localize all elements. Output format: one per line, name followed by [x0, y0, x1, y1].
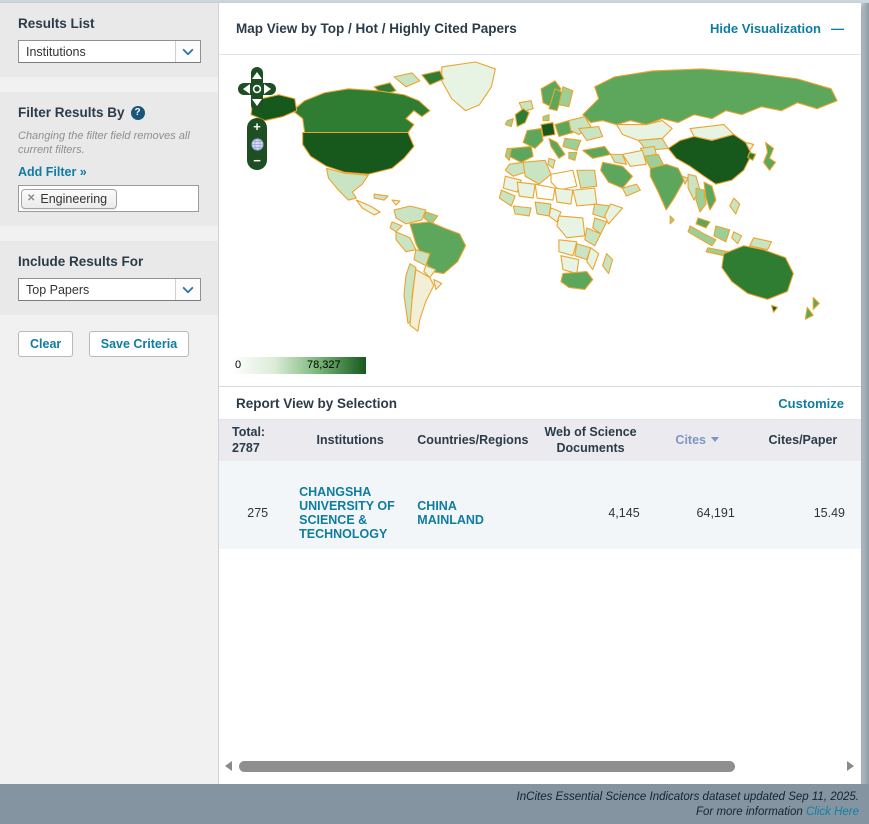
dataset-updated-text: InCites Essential Science Indicators dat… — [0, 790, 859, 805]
collapse-icon: — — [831, 21, 844, 36]
filter-note-line1: Changing the filter field removes all — [18, 129, 202, 143]
row-index: 275 — [219, 477, 291, 549]
table-spacer-row — [219, 461, 861, 477]
visualization-header: Map View by Top / Hot / Highly Cited Pap… — [219, 3, 861, 55]
more-info-text: For more information — [696, 806, 803, 818]
report-table: Total: 2787 Institutions Countries/Regio… — [219, 420, 861, 549]
customize-link[interactable]: Customize — [778, 396, 844, 411]
documents-value: 4,145 — [531, 477, 649, 549]
include-results-title: Include Results For — [18, 254, 202, 269]
chevron-down-icon — [182, 44, 193, 55]
map-legend: 0 78,327 — [231, 357, 366, 374]
map-area: + − 0 78,327 — [219, 55, 861, 387]
results-list-section: Results List Institutions — [0, 3, 218, 77]
country-link[interactable]: CHINA MAINLAND — [417, 513, 491, 527]
filter-section: Filter Results By ? Changing the filter … — [0, 92, 218, 226]
filter-title: Filter Results By ? — [18, 105, 202, 120]
map-pan-control[interactable] — [238, 67, 276, 111]
filter-tag-engineering[interactable]: ✕ Engineering — [21, 189, 117, 209]
include-results-section: Include Results For Top Papers — [0, 241, 218, 315]
world-choropleth-map[interactable] — [243, 59, 859, 357]
institution-link[interactable]: CHANGSHA UNIVERSITY OF SCIENCE & TECHNOL… — [299, 527, 401, 541]
chevron-down-icon — [182, 282, 193, 293]
window-right-edge — [861, 3, 869, 784]
table-header-row: Total: 2787 Institutions Countries/Regio… — [219, 420, 861, 461]
country-name: CHINA MAINLAND — [417, 499, 491, 527]
zoom-in-icon[interactable]: + — [253, 122, 261, 132]
column-header-documents[interactable]: Web of Science Documents — [531, 420, 649, 461]
legend-min-value: 0 — [235, 359, 241, 371]
click-here-link[interactable]: Click Here — [806, 806, 859, 818]
cites-label: Cites — [675, 433, 706, 447]
country-cell: CHINA MAINLAND — [409, 477, 531, 549]
sidebar-actions: Clear Save Criteria — [0, 330, 218, 357]
map-zoom-control[interactable]: + − — [247, 118, 267, 170]
results-list-dropdown-button[interactable] — [175, 41, 200, 62]
include-results-select[interactable]: Top Papers — [18, 278, 201, 301]
help-icon[interactable]: ? — [131, 106, 145, 120]
filter-tag-label: Engineering — [40, 192, 107, 206]
add-filter-link[interactable]: Add Filter » — [18, 165, 87, 179]
active-filters-box[interactable]: ✕ Engineering — [18, 185, 199, 212]
filter-note-line2: current filters. — [18, 143, 202, 157]
zoom-out-icon[interactable]: − — [253, 156, 261, 166]
hide-visualization-link[interactable]: Hide Visualization — — [710, 21, 844, 36]
filter-title-label: Filter Results By — [18, 105, 125, 120]
total-count: 2787 — [232, 441, 283, 457]
cites-value: 64,191 — [650, 477, 745, 549]
horizontal-scrollbar[interactable] — [225, 759, 854, 773]
hide-visualization-label: Hide Visualization — [710, 21, 821, 36]
include-results-dropdown-button[interactable] — [175, 279, 200, 300]
results-list-selected-value: Institutions — [19, 45, 86, 59]
scrollbar-track[interactable] — [237, 760, 842, 773]
scrollbar-thumb[interactable] — [239, 761, 735, 772]
table-row: 275 CHANGSHA UNIVERSITY OF SCIENCE & TEC… — [219, 477, 861, 549]
column-header-cites[interactable]: Cites — [650, 420, 745, 461]
results-list-title: Results List — [18, 16, 202, 31]
globe-icon[interactable] — [251, 138, 264, 151]
column-header-total: Total: 2787 — [219, 420, 291, 461]
column-header-countries[interactable]: Countries/Regions — [409, 420, 531, 461]
sort-desc-icon — [711, 437, 719, 446]
report-view-title: Report View by Selection — [236, 396, 397, 411]
results-list-select[interactable]: Institutions — [18, 40, 201, 63]
sidebar: Results List Institutions Filter Results… — [0, 3, 219, 784]
cites-per-paper-value: 15.49 — [745, 477, 861, 549]
remove-filter-icon[interactable]: ✕ — [27, 193, 35, 204]
institution-name: CHANGSHA UNIVERSITY OF SCIENCE & TECHNOL… — [299, 485, 401, 541]
scroll-right-arrow-icon[interactable] — [847, 761, 854, 771]
page-footer: InCites Essential Science Indicators dat… — [0, 784, 869, 824]
include-results-selected-value: Top Papers — [19, 283, 89, 297]
column-header-institutions[interactable]: Institutions — [291, 420, 409, 461]
main-panel: Map View by Top / Hot / Highly Cited Pap… — [219, 3, 861, 784]
map-controls: + − — [238, 67, 276, 170]
scroll-left-arrow-icon[interactable] — [225, 761, 232, 771]
column-header-cites-per-paper[interactable]: Cites/Paper — [745, 420, 861, 461]
total-label: Total: — [232, 425, 283, 441]
more-info-line: For more information Click Here — [0, 805, 859, 820]
legend-max-value: 78,327 — [307, 359, 341, 371]
save-criteria-button[interactable]: Save Criteria — [89, 331, 189, 357]
map-view-title: Map View by Top / Hot / Highly Cited Pap… — [236, 21, 517, 36]
institution-cell: CHANGSHA UNIVERSITY OF SCIENCE & TECHNOL… — [291, 477, 409, 549]
app-window: Results List Institutions Filter Results… — [0, 3, 861, 784]
clear-button[interactable]: Clear — [18, 331, 73, 357]
report-header: Report View by Selection Customize — [219, 387, 861, 420]
